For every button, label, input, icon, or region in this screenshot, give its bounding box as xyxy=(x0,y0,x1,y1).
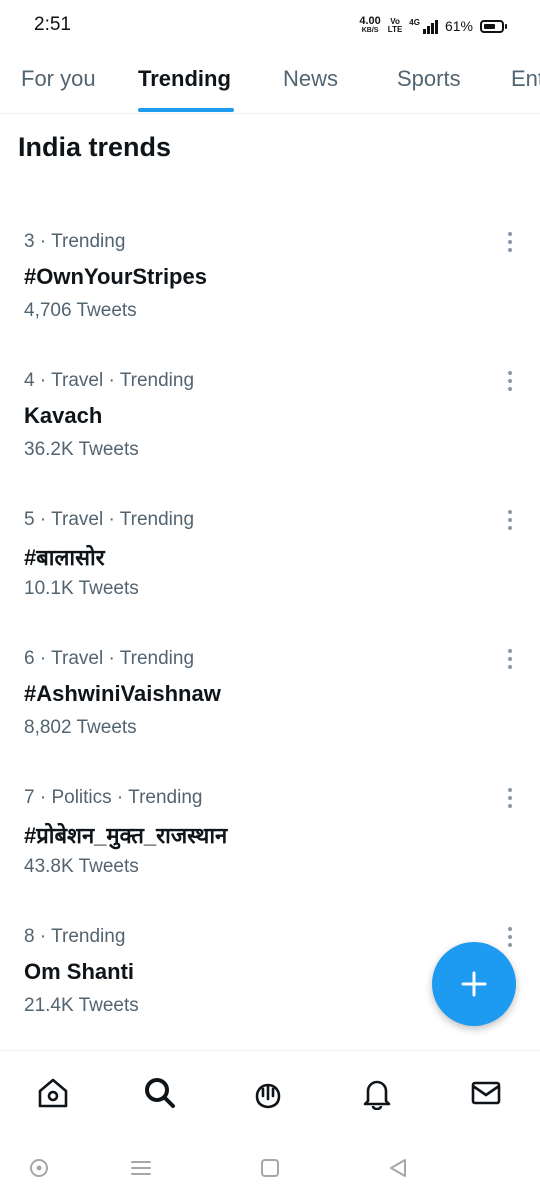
spaces-icon xyxy=(255,1083,281,1109)
back-triangle-icon xyxy=(390,1159,406,1177)
search-icon xyxy=(145,1078,175,1108)
home-button[interactable] xyxy=(258,1156,282,1180)
trend-item[interactable]: 6 · Travel · Trending #AshwiniVaishnaw 8… xyxy=(0,648,540,778)
more-options-icon[interactable] xyxy=(498,922,522,952)
nav-notifications[interactable] xyxy=(357,1073,397,1113)
circle-dot-icon xyxy=(30,1159,48,1177)
trend-item[interactable]: 3 · Trending #OwnYourStripes 4,706 Tweet… xyxy=(0,231,540,361)
trend-name: Kavach xyxy=(24,403,103,428)
nav-spaces[interactable] xyxy=(248,1073,288,1113)
more-options-icon[interactable] xyxy=(498,644,522,674)
battery-icon xyxy=(480,19,507,33)
home-icon xyxy=(38,1078,68,1108)
bottom-nav xyxy=(0,1050,540,1136)
more-options-icon[interactable] xyxy=(498,505,522,535)
trend-count: 43.8K Tweets xyxy=(24,856,139,877)
tab-trending[interactable]: Trending xyxy=(138,66,231,92)
system-nav-bar xyxy=(0,1136,540,1200)
volte-icon: Vo LTE xyxy=(388,18,403,34)
trend-name: #OwnYourStripes xyxy=(24,264,207,289)
tab-news[interactable]: News xyxy=(283,66,338,92)
nav-home[interactable] xyxy=(33,1073,73,1113)
network-speed-unit: KB/S xyxy=(361,27,379,34)
trend-name: #बालासोर xyxy=(24,545,105,570)
trend-name: #प्रोबेशन_मुक्त_राजस्थान xyxy=(24,823,228,848)
nav-messages[interactable] xyxy=(466,1073,506,1113)
network-speed: 4.00 KB/S xyxy=(359,15,381,35)
trend-count: 21.4K Tweets xyxy=(24,995,139,1016)
trend-meta: 5 · Travel · Trending xyxy=(24,509,195,530)
trend-count: 10.1K Tweets xyxy=(24,578,139,599)
back-button[interactable] xyxy=(386,1156,410,1180)
status-time: 2:51 xyxy=(34,14,71,35)
status-bar: 2:51 4.00 KB/S Vo LTE 4G 61% xyxy=(0,0,540,52)
menu-icon xyxy=(131,1161,151,1175)
explore-tabs: For you Trending News Sports Ent xyxy=(0,52,540,114)
battery-percent: 61% xyxy=(444,18,473,34)
active-tab-indicator xyxy=(138,108,234,112)
trend-name: #AshwiniVaishnaw xyxy=(24,681,221,706)
section-title: India trends xyxy=(18,132,172,162)
trend-item[interactable]: 5 · Travel · Trending #बालासोर 10.1K Twe… xyxy=(0,509,540,639)
mail-icon xyxy=(471,1081,501,1105)
compose-tweet-button[interactable] xyxy=(432,942,516,1026)
more-options-icon[interactable] xyxy=(498,783,522,813)
trend-meta: 7 · Politics · Trending xyxy=(24,787,203,808)
trend-count: 36.2K Tweets xyxy=(24,439,139,460)
volte-bottom: LTE xyxy=(387,25,403,34)
plus-icon xyxy=(461,971,487,997)
network-speed-value: 4.00 xyxy=(359,15,381,27)
tab-sports[interactable]: Sports xyxy=(397,66,461,92)
tab-entertainment[interactable]: Ent xyxy=(511,66,540,92)
menu-button[interactable] xyxy=(129,1156,153,1180)
trend-meta: 8 · Trending xyxy=(24,926,126,947)
trend-item[interactable]: 4 · Travel · Trending Kavach 36.2K Tweet… xyxy=(0,370,540,500)
assistant-button[interactable] xyxy=(27,1156,51,1180)
trend-meta: 3 · Trending xyxy=(24,231,126,252)
trend-meta: 4 · Travel · Trending xyxy=(24,370,195,391)
status-icons: 4.00 KB/S Vo LTE 4G 61% xyxy=(359,14,507,38)
signal-icon: 4G xyxy=(409,18,438,34)
square-icon xyxy=(261,1159,279,1177)
trend-name: Om Shanti xyxy=(24,959,135,984)
trend-count: 4,706 Tweets xyxy=(24,300,137,321)
trend-item[interactable]: 7 · Politics · Trending #प्रोबेशन_मुक्त_… xyxy=(0,787,540,917)
bell-icon xyxy=(363,1080,391,1110)
tab-for-you[interactable]: For you xyxy=(21,66,96,92)
nav-search[interactable] xyxy=(140,1073,180,1113)
trend-count: 8,802 Tweets xyxy=(24,717,137,738)
trend-meta: 6 · Travel · Trending xyxy=(24,648,195,669)
more-options-icon[interactable] xyxy=(498,366,522,396)
network-type: 4G xyxy=(409,18,420,27)
more-options-icon[interactable] xyxy=(498,227,522,257)
